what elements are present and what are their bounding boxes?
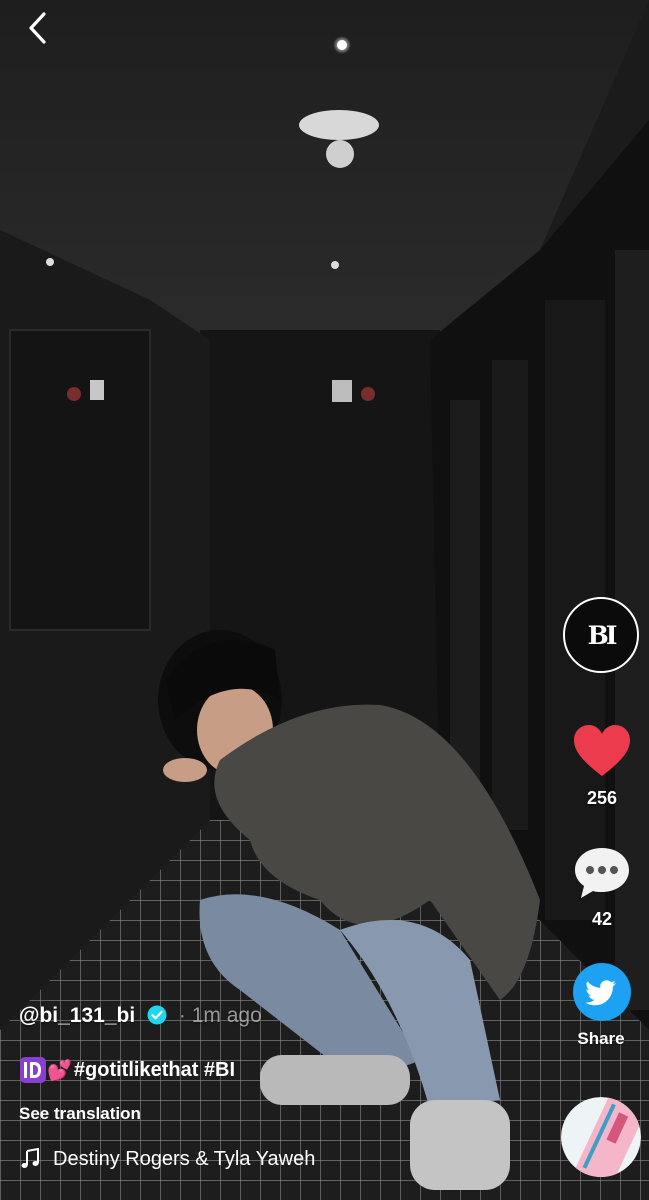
music-note-icon bbox=[21, 1148, 39, 1168]
music-info[interactable]: Destiny Rogers & Tyla Yaweh bbox=[19, 1146, 339, 1172]
creator-avatar[interactable]: BI bbox=[563, 597, 639, 673]
post-caption: 💕 #gotitlikethat #BI bbox=[19, 1056, 235, 1084]
back-button[interactable] bbox=[18, 8, 58, 48]
like-button[interactable] bbox=[571, 722, 633, 784]
post-time: · 1m ago bbox=[178, 1004, 262, 1027]
share-button[interactable] bbox=[573, 963, 631, 1021]
verified-badge-icon bbox=[147, 1005, 167, 1025]
heart-icon bbox=[574, 725, 630, 776]
caption-emoji: 💕 bbox=[47, 1059, 72, 1082]
id-emoji-icon bbox=[20, 1057, 46, 1083]
username-link[interactable]: @bi_131_bi bbox=[19, 1004, 135, 1027]
post-meta: @bi_131_bi · 1m ago bbox=[19, 1004, 262, 1028]
comment-button[interactable] bbox=[573, 845, 631, 901]
caption-hashtags[interactable]: #gotitlikethat #BI bbox=[74, 1059, 235, 1082]
twitter-icon bbox=[573, 963, 631, 1021]
avatar-logo-text: BI bbox=[587, 620, 618, 650]
music-track-name: Destiny Rogers & Tyla Yaweh bbox=[53, 1147, 316, 1170]
comment-bubble-icon bbox=[575, 848, 629, 898]
see-translation-link[interactable]: See translation bbox=[19, 1104, 141, 1124]
chevron-left-icon bbox=[29, 12, 46, 44]
